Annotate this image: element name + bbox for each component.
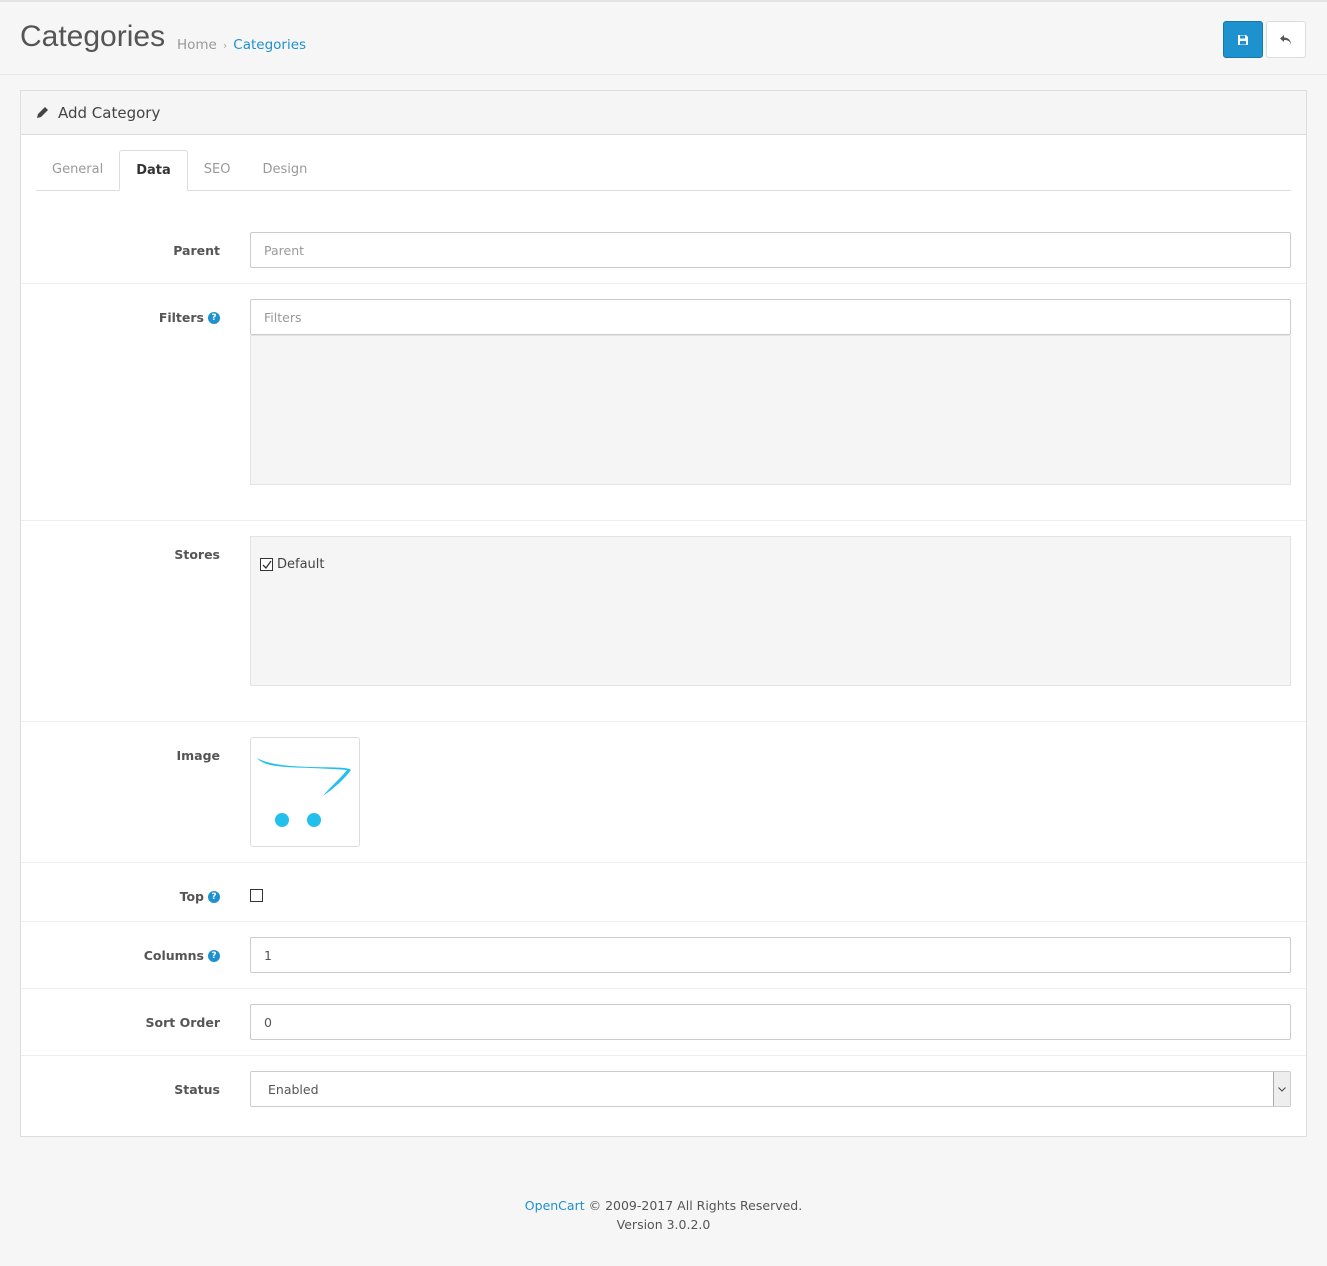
- top-row: Top?: [21, 862, 1306, 921]
- page-title: Categories: [20, 20, 166, 53]
- help-icon[interactable]: ?: [208, 311, 220, 324]
- status-selected-value: Enabled: [268, 1081, 319, 1097]
- help-icon[interactable]: ?: [208, 949, 220, 962]
- filters-row: Filters?: [21, 283, 1306, 520]
- breadcrumb: Home › Categories: [177, 37, 306, 53]
- sort-order-row: Sort Order: [21, 988, 1306, 1055]
- stores-label: Stores: [174, 547, 220, 562]
- version-text: Version 3.0.2.0: [616, 1217, 711, 1232]
- stores-row: Stores Default: [21, 520, 1306, 721]
- columns-input[interactable]: [250, 937, 1291, 973]
- page-header: Categories Home › Categories: [0, 2, 1327, 75]
- columns-row: Columns?: [21, 921, 1306, 988]
- top-label: Top?: [180, 889, 220, 904]
- store-default-label: Default: [277, 557, 325, 572]
- tab-bar: General Data SEO Design: [36, 150, 1291, 191]
- breadcrumb-categories[interactable]: Categories: [233, 37, 306, 53]
- filters-label: Filters?: [159, 310, 220, 325]
- footer: OpenCart © 2009-2017 All Rights Reserved…: [0, 1196, 1327, 1234]
- add-category-panel: Add Category General Data SEO Design Par…: [20, 90, 1307, 1137]
- opencart-logo-icon: [257, 758, 351, 827]
- breadcrumb-home[interactable]: Home: [177, 37, 217, 53]
- sort-order-label: Sort Order: [145, 1015, 220, 1030]
- save-button[interactable]: [1223, 21, 1263, 58]
- image-thumbnail[interactable]: [250, 737, 360, 847]
- tab-general[interactable]: General: [36, 150, 119, 190]
- image-row: Image: [21, 721, 1306, 862]
- stores-list: Default: [250, 536, 1291, 686]
- panel-heading: Add Category: [21, 91, 1306, 135]
- opencart-link[interactable]: OpenCart: [525, 1198, 585, 1213]
- parent-row: Parent: [21, 216, 1306, 283]
- breadcrumb-separator: ›: [222, 39, 228, 52]
- parent-input[interactable]: [250, 232, 1291, 268]
- tab-data[interactable]: Data: [119, 150, 188, 191]
- columns-label-text: Columns: [143, 948, 204, 963]
- filters-list: [250, 335, 1291, 485]
- store-default-checkbox[interactable]: [260, 558, 273, 571]
- reply-icon: [1280, 34, 1291, 45]
- pencil-icon: [37, 107, 48, 118]
- filters-input[interactable]: [250, 299, 1291, 335]
- copyright-text: © 2009-2017 All Rights Reserved.: [584, 1198, 803, 1213]
- status-row: Status Enabled: [21, 1055, 1306, 1137]
- image-label: Image: [176, 748, 220, 763]
- panel-title: Add Category: [58, 103, 161, 122]
- floppy-disk-icon: [1238, 34, 1248, 45]
- tab-seo[interactable]: SEO: [188, 150, 247, 190]
- parent-label: Parent: [173, 243, 220, 258]
- tab-design[interactable]: Design: [247, 150, 324, 190]
- status-label: Status: [174, 1082, 220, 1097]
- top-checkbox[interactable]: [250, 889, 263, 902]
- store-option-default[interactable]: Default: [260, 557, 1281, 572]
- chevron-down-icon[interactable]: [1273, 1072, 1290, 1106]
- back-button[interactable]: [1266, 21, 1306, 58]
- filters-label-text: Filters: [158, 310, 204, 325]
- help-icon[interactable]: ?: [208, 890, 220, 903]
- columns-label: Columns?: [144, 948, 220, 963]
- top-label-text: Top: [179, 889, 204, 904]
- sort-order-input[interactable]: [250, 1004, 1291, 1040]
- status-select[interactable]: Enabled: [250, 1071, 1291, 1107]
